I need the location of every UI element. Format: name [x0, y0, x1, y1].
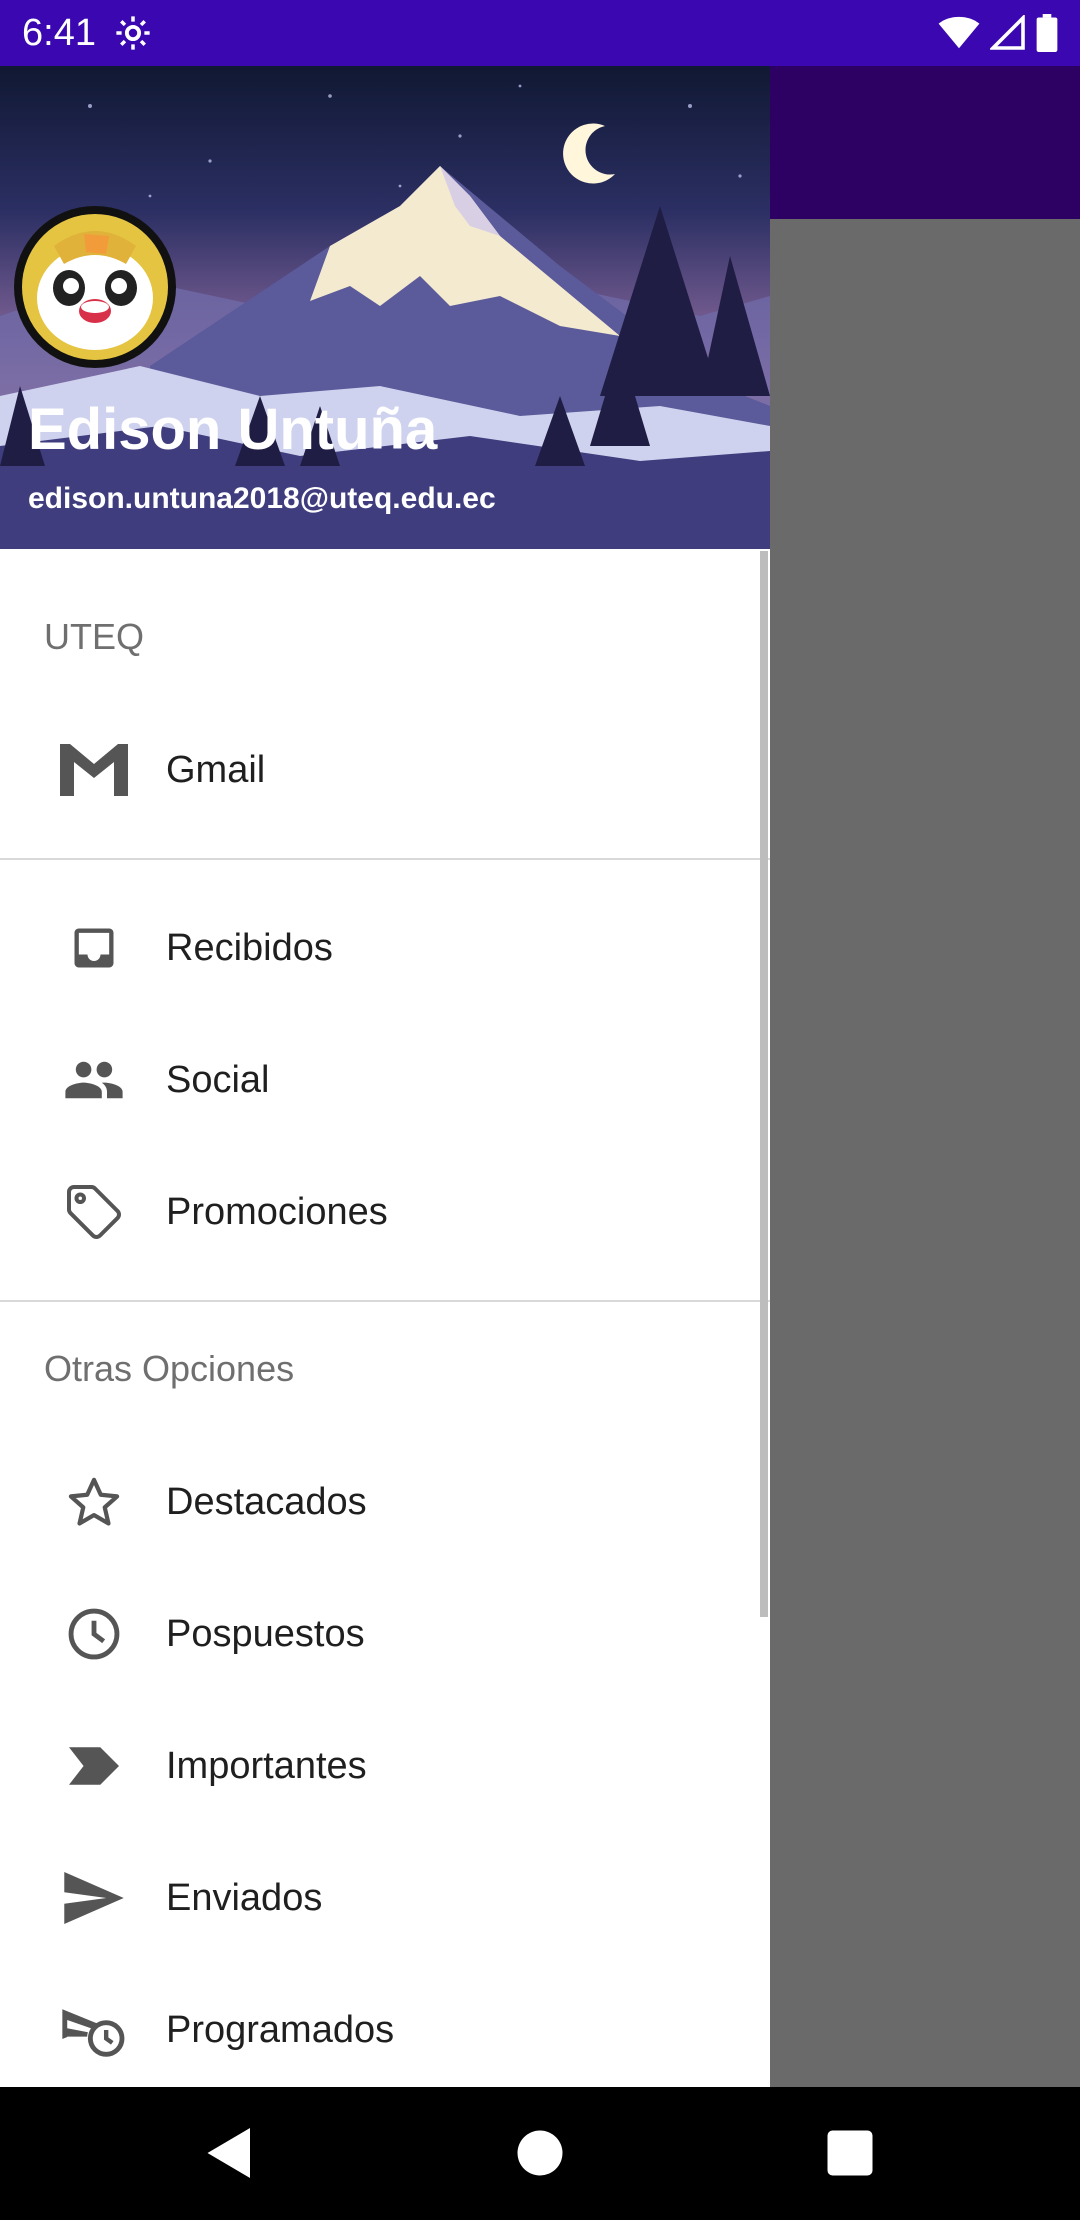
people-icon: [58, 1052, 130, 1108]
menu-item-destacados[interactable]: Destacados: [0, 1436, 770, 1568]
tag-icon: [58, 1184, 130, 1240]
avatar[interactable]: [14, 206, 176, 368]
menu-item-label: Destacados: [166, 1481, 367, 1523]
drawer-scrim[interactable]: [770, 219, 1080, 2087]
menu-item-social[interactable]: Social: [0, 1014, 770, 1146]
menu-item-label: Gmail: [166, 749, 266, 791]
user-email: edison.untuna2018@uteq.edu.ec: [28, 482, 496, 515]
label-important-icon: [58, 1738, 130, 1794]
section-divider: [0, 858, 770, 860]
inbox-icon: [58, 920, 130, 976]
menu-item-label: Programados: [166, 2009, 395, 2051]
drawer-header: Edison Untuña edison.untuna2018@uteq.edu…: [0, 66, 770, 549]
menu-item-programados[interactable]: Programados: [0, 1964, 770, 2087]
wifi-icon: [938, 16, 980, 49]
menu-item-enviados[interactable]: Enviados: [0, 1832, 770, 1964]
menu-item-label: Recibidos: [166, 927, 333, 969]
menu-item-importantes[interactable]: Importantes: [0, 1700, 770, 1832]
menu-item-label: Social: [166, 1059, 270, 1101]
drawer-scrollbar[interactable]: [760, 551, 768, 1617]
schedule-send-icon: [58, 2002, 130, 2058]
menu-item-label: Enviados: [166, 1877, 323, 1919]
clock-icon: [58, 1606, 130, 1662]
settings-gear-icon: [116, 16, 150, 50]
navigation-drawer: Edison Untuña edison.untuna2018@uteq.edu…: [0, 66, 770, 2087]
menu-item-label: Promociones: [166, 1191, 388, 1233]
send-icon: [58, 1870, 130, 1926]
menu-item-label: Importantes: [166, 1745, 367, 1787]
status-time: 6:41: [22, 12, 96, 54]
section-title-otras-opciones: Otras Opciones: [44, 1348, 295, 1389]
menu-item-recibidos[interactable]: Recibidos: [0, 882, 770, 1014]
section-divider: [0, 1300, 770, 1302]
menu-item-promociones[interactable]: Promociones: [0, 1146, 770, 1278]
battery-icon: [1036, 14, 1058, 52]
menu-item-gmail[interactable]: Gmail: [0, 704, 770, 836]
menu-item-label: Pospuestos: [166, 1613, 365, 1655]
menu-item-pospuestos[interactable]: Pospuestos: [0, 1568, 770, 1700]
home-circle-icon[interactable]: [510, 2123, 570, 2183]
system-nav-bar: [0, 2087, 1080, 2220]
panda-avatar-image: [16, 208, 174, 366]
cell-signal-icon: [990, 15, 1025, 50]
star-icon: [58, 1474, 130, 1530]
status-icons: [938, 12, 1058, 54]
user-name: Edison Untuña: [28, 397, 438, 462]
recents-square-icon[interactable]: [820, 2123, 880, 2183]
back-triangle-icon[interactable]: [200, 2123, 260, 2183]
status-bar: 6:41: [0, 0, 1080, 66]
app-bar: [770, 66, 1080, 219]
section-title-uteq: UTEQ: [44, 616, 145, 657]
gmail-icon: [58, 742, 130, 798]
